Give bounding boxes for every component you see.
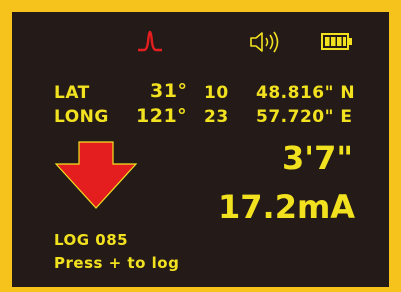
long-label: LONG — [54, 107, 109, 127]
lat-minutes: 10 — [204, 83, 229, 103]
current-readout: 17.2mA — [218, 188, 356, 226]
log-hint: Press + to log — [54, 254, 180, 272]
signal-peak-icon — [138, 30, 162, 52]
battery-full-icon — [321, 33, 352, 50]
log-number: LOG 085 — [54, 231, 129, 249]
long-degrees: 121° — [136, 105, 188, 127]
depth-readout: 3'7" — [282, 139, 353, 177]
long-seconds: 57.720" E — [256, 107, 353, 127]
long-minutes: 23 — [204, 107, 229, 127]
speaker-icon — [250, 31, 279, 53]
device-bezel: LAT 31° 10 48.816" N LONG 121° 23 57.720… — [0, 0, 401, 292]
lat-degrees: 31° — [150, 80, 188, 102]
locator-display: LAT 31° 10 48.816" N LONG 121° 23 57.720… — [12, 12, 389, 287]
lat-label: LAT — [54, 83, 90, 103]
arrow-down-icon — [54, 141, 138, 209]
lat-seconds: 48.816" N — [256, 83, 356, 103]
